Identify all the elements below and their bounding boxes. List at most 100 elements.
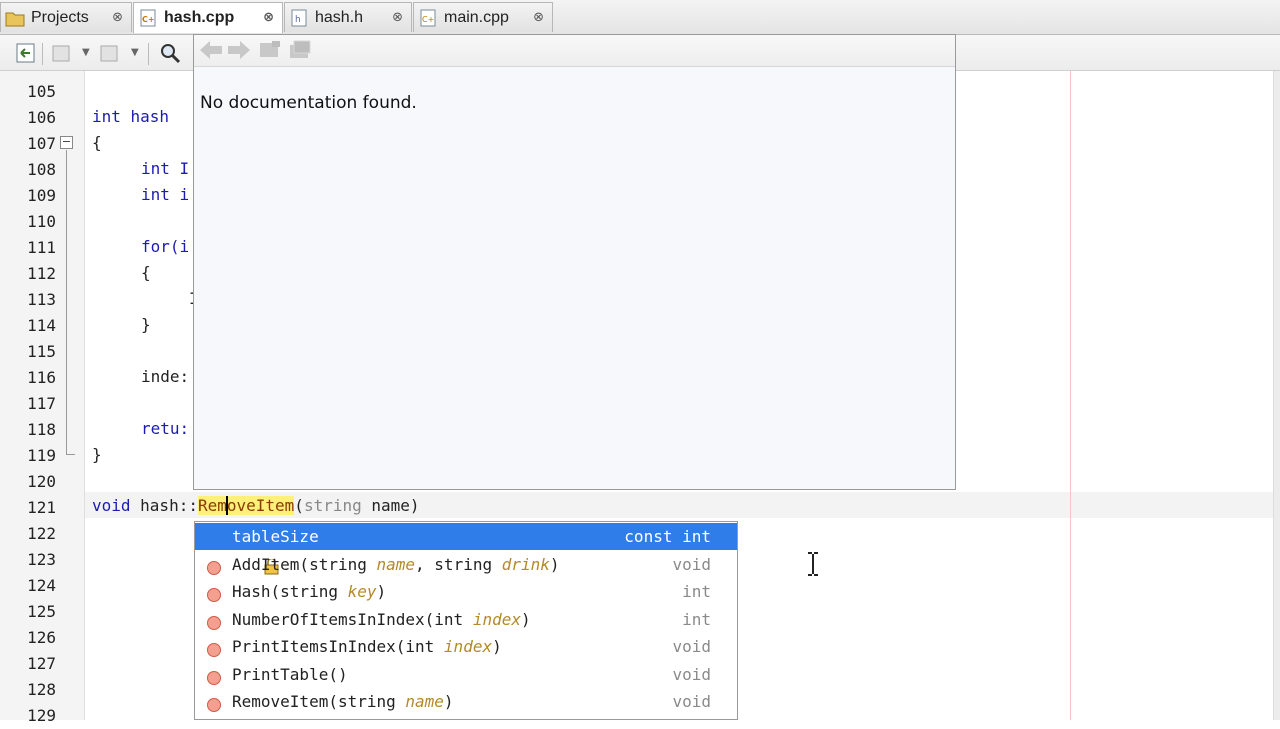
code-token: int I: [141, 159, 190, 178]
close-icon[interactable]: ⊗: [112, 10, 123, 25]
completion-item[interactable]: AddItem(string name, string drink) void: [195, 551, 737, 578]
completion-param: key: [347, 582, 377, 601]
code-line-112[interactable]: {: [141, 260, 151, 286]
completion-item[interactable]: PrintItemsInIndex(int index) void: [195, 633, 737, 660]
line-number: 127: [27, 654, 56, 673]
completion-name-part: PrintItemsInIndex(int: [232, 637, 444, 656]
code-line-114[interactable]: }: [141, 312, 151, 338]
method-icon: [206, 694, 221, 712]
editor-tab-bar: Projects ⊗ C+ hash.cpp ⊗ h hash.h ⊗ C+ m…: [0, 0, 1280, 35]
chevron-down-icon[interactable]: ▼: [131, 47, 139, 58]
completion-name: PrintItemsInIndex(int index): [232, 633, 502, 660]
completion-item[interactable]: RemoveItem(string name) void: [195, 688, 737, 715]
cpp-file-icon: C+: [138, 9, 158, 27]
code-line-118[interactable]: retu:: [141, 416, 189, 442]
back-arrow-icon[interactable]: [198, 39, 224, 65]
open-source-icon[interactable]: [258, 40, 282, 64]
line-number: 105: [27, 82, 56, 101]
tab-main-cpp[interactable]: C+ main.cpp ⊗: [413, 2, 553, 32]
fold-guide: [66, 150, 67, 454]
completion-param: drink: [501, 555, 550, 574]
code-line-109[interactable]: int i: [141, 182, 189, 208]
line-number: 118: [27, 420, 56, 439]
code-line-121[interactable]: void hash::RemoveItem(string name): [92, 493, 420, 519]
line-number: 107: [27, 134, 56, 153]
tab-hash-h[interactable]: h hash.h ⊗: [284, 2, 412, 32]
tab-projects[interactable]: Projects ⊗: [0, 2, 132, 32]
completion-type: int: [682, 610, 711, 629]
code-line-119[interactable]: }: [92, 442, 102, 468]
completion-item[interactable]: PrintTable() void: [195, 661, 737, 688]
completion-type: int: [682, 582, 711, 601]
line-number-gutter: 105 106 107 108 109 110 111 112 113 114 …: [0, 71, 85, 725]
completion-name: Hash(string key): [232, 578, 386, 605]
code-token: void: [92, 496, 131, 515]
back-history-icon[interactable]: [50, 41, 74, 65]
close-icon[interactable]: ⊗: [392, 10, 403, 25]
completion-item[interactable]: Hash(string key) int: [195, 578, 737, 605]
code-line-106[interactable]: int hash: [92, 104, 169, 130]
forward-arrow-icon[interactable]: [226, 39, 252, 65]
documentation-popup: No documentation found.: [193, 34, 956, 490]
completion-type: void: [672, 692, 711, 711]
completion-name-part: ): [492, 637, 502, 656]
code-line-111[interactable]: for(i: [141, 234, 189, 260]
line-number: 109: [27, 186, 56, 205]
line-number: 124: [27, 576, 56, 595]
completion-name-part: NumberOfItemsInIndex(int: [232, 610, 473, 629]
line-number: 129: [27, 706, 56, 725]
toolbar-separator: [148, 43, 149, 65]
code-token: RemoveItem: [197, 496, 295, 515]
method-icon: [206, 639, 221, 657]
line-number: 120: [27, 472, 56, 491]
close-icon[interactable]: ⊗: [263, 10, 274, 25]
completion-type: void: [672, 555, 711, 574]
search-icon[interactable]: [158, 41, 182, 65]
line-number: 106: [27, 108, 56, 127]
tab-label: main.cpp: [444, 8, 509, 26]
completion-param: index: [472, 610, 521, 629]
vertical-scrollbar[interactable]: [1273, 71, 1280, 720]
completion-name: tableSize: [232, 527, 319, 546]
code-token: hash::: [130, 496, 198, 515]
code-token: int hash: [92, 107, 170, 126]
completion-name-part: RemoveItem(string: [232, 692, 406, 711]
last-edit-icon[interactable]: [14, 41, 38, 65]
text-caret: [226, 496, 228, 515]
completion-name: RemoveItem(string name): [232, 688, 454, 715]
completion-param: index: [443, 637, 493, 656]
code-line-116[interactable]: inde:: [141, 364, 189, 390]
line-number: 119: [27, 446, 56, 465]
completion-name-part: ): [376, 582, 387, 601]
completion-type: const int: [624, 527, 711, 546]
completion-param: name: [376, 555, 416, 574]
line-number: 126: [27, 628, 56, 647]
tab-label: hash.h: [315, 8, 364, 26]
tab-hash-cpp[interactable]: C+ hash.cpp ⊗: [133, 2, 283, 33]
tab-label: Projects: [31, 8, 89, 26]
line-number: 112: [27, 264, 56, 283]
completion-name-part: AddItem(string: [232, 555, 377, 574]
completion-type: void: [672, 665, 711, 684]
code-token: (: [294, 496, 304, 515]
line-number: 117: [27, 394, 56, 413]
method-icon: [206, 557, 221, 575]
chevron-down-icon[interactable]: ▼: [82, 47, 90, 58]
completion-type: void: [672, 637, 711, 656]
code-token: int i: [141, 185, 190, 204]
code-token: retu:: [141, 419, 190, 438]
completion-name-part: Hash(string: [232, 582, 348, 601]
fold-collapse-icon[interactable]: −: [60, 136, 73, 149]
line-number: 121: [27, 498, 56, 517]
code-line-108[interactable]: int I: [141, 156, 189, 182]
code-completion-popup: tableSize const int AddItem(string name,…: [194, 521, 738, 720]
svg-text:h: h: [295, 15, 301, 25]
completion-item[interactable]: NumberOfItemsInIndex(int index) int: [195, 606, 737, 633]
code-line-107[interactable]: {: [92, 130, 102, 156]
documentation-body: [194, 67, 955, 489]
completion-item[interactable]: tableSize const int: [195, 523, 737, 575]
open-in-browser-icon[interactable]: [288, 40, 312, 64]
forward-history-icon[interactable]: [98, 41, 122, 65]
close-icon[interactable]: ⊗: [533, 10, 544, 25]
completion-name: PrintTable(): [232, 665, 348, 684]
